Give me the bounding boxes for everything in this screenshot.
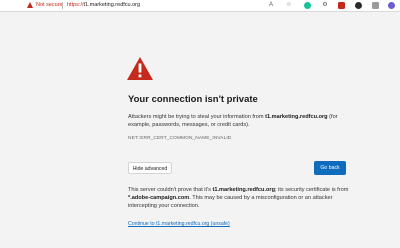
extension-gray-icon[interactable]: [372, 2, 379, 9]
address-separator: [62, 2, 63, 9]
not-secure-label[interactable]: Not secure: [36, 1, 63, 9]
url-host: t1.marketing.redfcu.org: [83, 2, 141, 8]
page-title: Your connection isn't private: [128, 94, 258, 105]
warning-description: Attackers might be trying to steal your …: [128, 114, 338, 128]
extension-red-icon[interactable]: [338, 2, 345, 9]
extension-purple-icon[interactable]: [388, 2, 395, 9]
address-bar[interactable]: Not secure https://t1.marketing.redfcu.o…: [0, 0, 400, 12]
advanced-details: This server couldn't prove that it's t1.…: [128, 187, 349, 209]
extension-icon[interactable]: ⚙: [321, 2, 329, 9]
url-text[interactable]: https://t1.marketing.redfcu.org: [67, 1, 140, 9]
extension-dark-icon[interactable]: [355, 2, 362, 9]
read-aloud-icon[interactable]: A: [267, 2, 275, 9]
go-back-button[interactable]: Go back: [314, 161, 346, 175]
hide-advanced-button[interactable]: Hide advanced: [128, 162, 172, 174]
warning-icon: [127, 57, 153, 80]
error-code: NET::ERR_CERT_COMMON_NAME_INVALID: [128, 136, 232, 141]
not-secure-warning-icon[interactable]: [27, 2, 33, 8]
continue-unsafe-link[interactable]: Continue to t1.marketing.redfcu.org (uns…: [128, 221, 230, 228]
grammarly-icon[interactable]: [304, 2, 311, 9]
favorite-icon[interactable]: ☆: [285, 2, 293, 9]
url-scheme: https://: [67, 2, 84, 8]
